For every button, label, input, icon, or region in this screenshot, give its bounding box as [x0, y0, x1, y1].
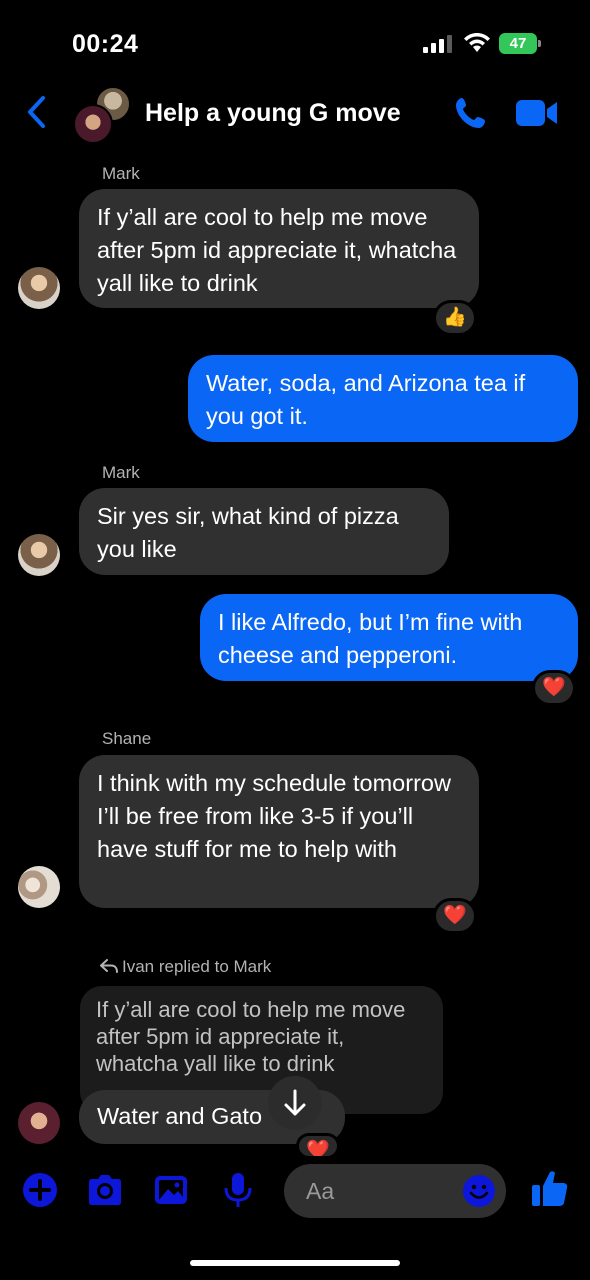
composer-bar: Aa — [0, 1150, 590, 1230]
battery-indicator: 47 — [499, 33, 541, 54]
message-bubble-outgoing[interactable]: I like Alfredo, but I’m fine with cheese… — [200, 594, 578, 681]
avatar[interactable] — [18, 534, 60, 576]
message-input[interactable]: Aa — [284, 1164, 506, 1218]
message-bubble-outgoing[interactable]: Water, soda, and Arizona tea if you got … — [188, 355, 578, 442]
arrow-down-icon — [284, 1089, 306, 1116]
reply-label: Ivan replied to Mark — [100, 957, 271, 977]
avatar[interactable] — [18, 1102, 60, 1144]
microphone-icon[interactable] — [220, 1172, 256, 1208]
reaction-badge[interactable]: 👍 — [433, 300, 477, 336]
battery-level: 47 — [509, 35, 527, 52]
sender-name: Mark — [102, 164, 140, 183]
cellular-signal-icon — [423, 35, 452, 53]
plus-icon[interactable] — [22, 1172, 58, 1208]
thumbs-up-icon[interactable] — [531, 1168, 569, 1208]
sender-name: Shane — [102, 729, 152, 748]
emoji-icon[interactable] — [462, 1174, 496, 1208]
avatar[interactable] — [18, 866, 60, 908]
video-camera-icon[interactable] — [516, 99, 558, 127]
chat-title[interactable]: Help a young G move — [145, 99, 401, 128]
group-avatar[interactable] — [73, 86, 131, 144]
sender-name: Mark — [102, 463, 140, 482]
message-bubble[interactable]: I think with my schedule tomorrow I’ll b… — [79, 755, 479, 908]
phone-icon[interactable] — [454, 96, 488, 130]
image-icon[interactable] — [153, 1172, 189, 1208]
back-chevron-icon[interactable] — [24, 94, 50, 130]
member-avatar — [73, 104, 113, 144]
scroll-to-bottom-button[interactable] — [268, 1076, 322, 1130]
avatar[interactable] — [18, 267, 60, 309]
status-bar: 00:24 47 — [0, 0, 590, 80]
home-indicator — [190, 1260, 400, 1266]
wifi-icon — [464, 33, 490, 52]
reply-arrow-icon — [100, 959, 118, 973]
message-input-placeholder: Aa — [306, 1178, 335, 1204]
camera-icon[interactable] — [86, 1172, 124, 1208]
reaction-badge[interactable]: ❤️ — [532, 670, 576, 706]
message-bubble[interactable]: Sir yes sir, what kind of pizza you like — [79, 488, 449, 575]
message-bubble[interactable]: If y’all are cool to help me move after … — [79, 189, 479, 308]
chat-header: Help a young G move — [0, 80, 590, 148]
status-time: 00:24 — [72, 30, 139, 58]
reaction-badge[interactable]: ❤️ — [433, 898, 477, 934]
